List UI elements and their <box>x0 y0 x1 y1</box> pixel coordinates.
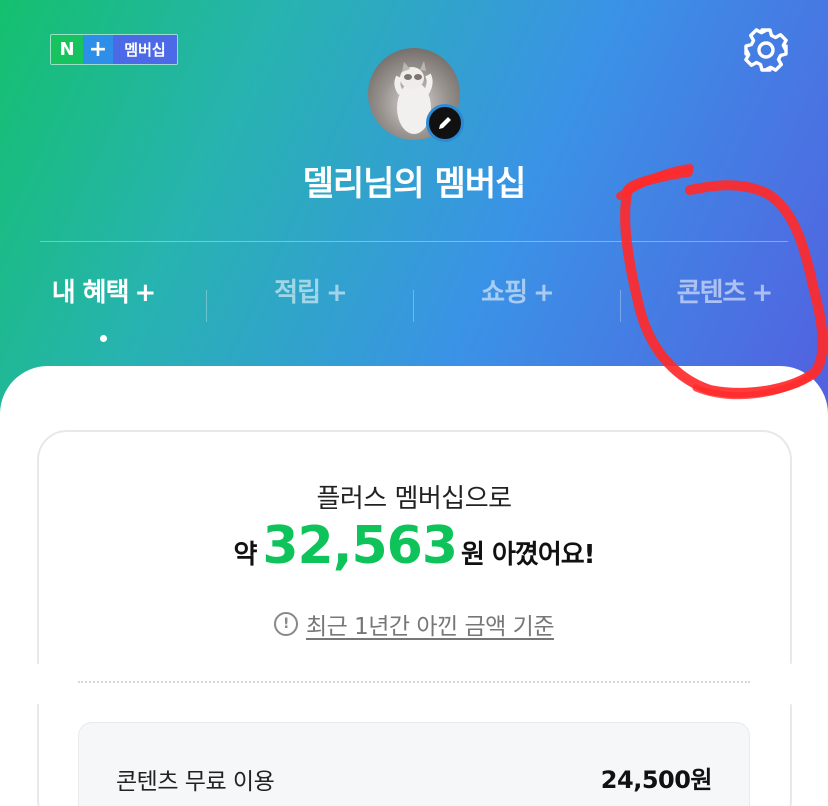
savings-amount: 32,563 <box>262 516 458 576</box>
plus-icon: + <box>326 278 348 308</box>
tab-label: 쇼핑 <box>481 278 528 308</box>
tab-label: 적립 <box>274 278 321 308</box>
tab-contents[interactable]: 콘텐츠 + <box>621 272 828 332</box>
breakdown-row-value: 24,500원 <box>600 766 713 794</box>
savings-summary: 약 32,563 원 아꼈어요! <box>0 516 828 586</box>
header-divider <box>40 241 788 242</box>
benefit-tabs: 내 혜택 + 적립 + 쇼핑 + 콘텐츠 + <box>0 272 828 332</box>
savings-suffix: 원 아꼈어요! <box>461 540 596 570</box>
savings-intro: 플러스 멤버십으로 <box>316 484 512 514</box>
gear-icon <box>744 28 788 72</box>
tab-separator <box>206 290 207 322</box>
membership-title: 델리님의 멤버십 <box>302 164 527 204</box>
tab-points[interactable]: 적립 + <box>207 272 414 332</box>
savings-basis-link[interactable]: ! 최근 1년간 아낀 금액 기준 <box>0 608 828 640</box>
active-tab-indicator <box>100 335 107 342</box>
settings-button[interactable] <box>740 24 792 76</box>
pencil-icon <box>439 117 451 129</box>
tab-my-benefits[interactable]: 내 혜택 + <box>0 272 207 332</box>
edit-profile-button[interactable] <box>426 104 464 142</box>
dotted-divider <box>78 681 750 683</box>
tab-label: 콘텐츠 <box>676 278 747 308</box>
badge-plus: + <box>83 35 113 64</box>
plus-icon: + <box>751 278 773 308</box>
breakdown-row-label: 콘텐츠 무료 이용 <box>116 769 275 795</box>
naver-plus-membership-logo: N + 멤버십 <box>50 34 178 65</box>
savings-basis-text: 최근 1년간 아낀 금액 기준 <box>306 614 554 640</box>
plus-icon: + <box>533 278 555 308</box>
tab-shopping[interactable]: 쇼핑 + <box>414 272 621 332</box>
tab-separator <box>413 290 414 322</box>
info-icon: ! <box>274 612 298 636</box>
plus-icon: + <box>134 278 157 308</box>
tab-separator <box>620 290 621 322</box>
savings-prefix: 약 <box>233 540 257 570</box>
badge-n: N <box>51 35 83 64</box>
membership-header: N + 멤버십 델리님의 멤버십 내 혜택 + 적립 + 쇼핑 + 콘텐츠 + <box>0 0 828 420</box>
tab-label: 내 혜택 <box>51 278 130 308</box>
badge-label: 멤버십 <box>113 35 177 64</box>
